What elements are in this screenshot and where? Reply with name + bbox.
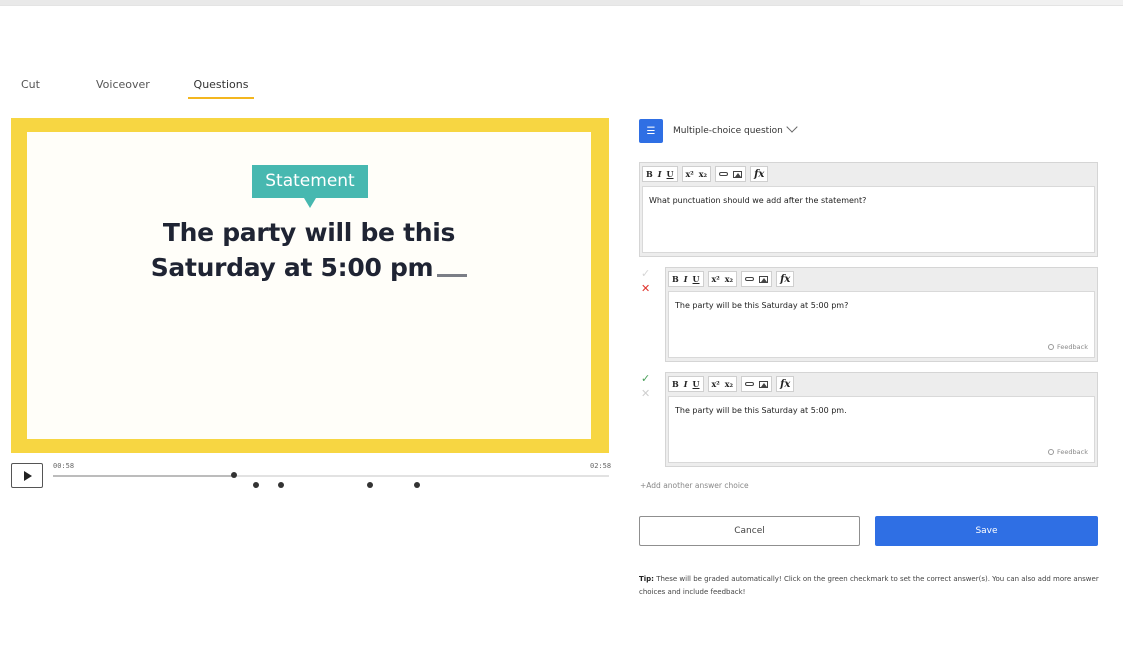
bold-button[interactable]: B <box>646 169 653 179</box>
feedback-button[interactable]: Feedback <box>1048 448 1088 456</box>
insert-group <box>741 271 773 287</box>
chevron-down-icon[interactable] <box>786 121 798 133</box>
script-group: x² x₂ <box>681 166 712 182</box>
timeline-progress <box>53 475 234 477</box>
timeline-scrubber[interactable] <box>230 472 237 478</box>
script-group: x² x₂ <box>707 271 738 287</box>
question-text: What punctuation should we add after the… <box>649 196 867 205</box>
editor-toolbar: B I U x² x₂ fx <box>668 376 795 392</box>
video-player[interactable]: Statement The party will be this Saturda… <box>11 118 609 453</box>
link-icon[interactable] <box>719 172 729 176</box>
slide-text: The party will be this Saturday at 5:00 … <box>27 215 591 285</box>
question-marker[interactable] <box>277 482 284 488</box>
bold-button[interactable]: B <box>672 379 679 389</box>
bold-button[interactable]: B <box>672 274 679 284</box>
editor-tabs: Cut Voiceover Questions <box>0 78 300 100</box>
image-icon[interactable] <box>759 380 769 388</box>
save-button[interactable]: Save <box>875 516 1098 546</box>
question-editor: B I U x² x₂ fx What punctuation should w… <box>639 162 1098 257</box>
feedback-label: Feedback <box>1057 343 1088 351</box>
question-marker[interactable] <box>252 482 259 488</box>
superscript-button[interactable]: x² <box>686 169 694 179</box>
question-marker[interactable] <box>366 482 373 488</box>
italic-button[interactable]: I <box>658 169 662 179</box>
mark-correct-icon[interactable]: ✓ <box>641 373 650 384</box>
question-input[interactable]: What punctuation should we add after the… <box>642 186 1095 253</box>
image-icon[interactable] <box>733 170 743 178</box>
answer-choice-editor: B I U x² x₂ fx The party will be this Sa… <box>665 372 1098 467</box>
format-group: B I U <box>668 376 704 392</box>
editor-toolbar: B I U x² x₂ fx <box>668 271 795 287</box>
video-slide: Statement The party will be this Saturda… <box>27 132 591 439</box>
feedback-icon <box>1048 449 1055 455</box>
underline-button[interactable]: U <box>693 274 700 284</box>
superscript-button[interactable]: x² <box>712 274 720 284</box>
slide-line-2-text: Saturday at 5:00 pm <box>150 253 434 282</box>
tab-voiceover[interactable]: Voiceover <box>96 78 150 97</box>
slide-line-2: Saturday at 5:00 pm <box>27 250 591 285</box>
tip-text: Tip: These will be graded automatically!… <box>639 573 1101 599</box>
subscript-button[interactable]: x₂ <box>699 169 707 179</box>
italic-button[interactable]: I <box>684 379 688 389</box>
underline-button[interactable]: U <box>693 379 700 389</box>
feedback-icon <box>1048 344 1055 350</box>
play-button[interactable] <box>11 463 43 488</box>
tab-cut[interactable]: Cut <box>21 78 40 97</box>
top-bar-progress <box>0 0 860 5</box>
answer-choice-editor: B I U x² x₂ fx The party will be this Sa… <box>665 267 1098 362</box>
format-group: B I U <box>642 166 678 182</box>
script-group: x² x₂ <box>707 376 738 392</box>
mark-incorrect-icon[interactable]: ✕ <box>641 283 650 294</box>
slide-line-1: The party will be this <box>162 218 456 247</box>
question-type-select[interactable]: Multiple-choice question <box>673 126 783 136</box>
answer-text: The party will be this Saturday at 5:00 … <box>675 406 847 415</box>
cancel-button[interactable]: Cancel <box>639 516 860 546</box>
image-icon[interactable] <box>759 275 769 283</box>
link-icon[interactable] <box>745 277 755 281</box>
add-answer-choice-link[interactable]: +Add another answer choice <box>640 481 749 490</box>
insert-group <box>715 166 747 182</box>
italic-button[interactable]: I <box>684 274 688 284</box>
feedback-button[interactable]: Feedback <box>1048 343 1088 351</box>
subscript-button[interactable]: x₂ <box>725 274 733 284</box>
formula-group: fx <box>776 271 795 287</box>
answer-input[interactable]: The party will be this Saturday at 5:00 … <box>668 291 1095 358</box>
format-group: B I U <box>668 271 704 287</box>
underline-button[interactable]: U <box>667 169 674 179</box>
tip-label: Tip: <box>639 575 654 583</box>
subscript-button[interactable]: x₂ <box>725 379 733 389</box>
mark-correct-icon[interactable]: ✓ <box>641 268 650 279</box>
insert-group <box>741 376 773 392</box>
statement-badge: Statement <box>252 165 368 208</box>
play-icon <box>24 470 32 481</box>
current-time: 00:58 <box>53 462 75 470</box>
total-time: 02:58 <box>590 462 612 470</box>
superscript-button[interactable]: x² <box>712 379 720 389</box>
formula-group: fx <box>750 166 769 182</box>
tab-questions[interactable]: Questions <box>188 78 254 99</box>
formula-button[interactable]: fx <box>780 274 790 285</box>
formula-button[interactable]: fx <box>754 169 764 180</box>
editor-toolbar: B I U x² x₂ fx <box>642 166 769 182</box>
top-bar <box>0 0 1123 6</box>
list-icon[interactable]: ☰ <box>639 119 663 143</box>
formula-button[interactable]: fx <box>780 379 790 390</box>
tip-body: These will be graded automatically! Clic… <box>639 575 1099 596</box>
answer-text: The party will be this Saturday at 5:00 … <box>675 301 849 310</box>
link-icon[interactable] <box>745 382 755 386</box>
formula-group: fx <box>776 376 795 392</box>
answer-input[interactable]: The party will be this Saturday at 5:00 … <box>668 396 1095 463</box>
video-timeline[interactable] <box>53 475 609 477</box>
question-marker[interactable] <box>414 482 421 488</box>
feedback-label: Feedback <box>1057 448 1088 456</box>
mark-incorrect-icon[interactable]: ✕ <box>641 388 650 399</box>
blank-line <box>437 273 468 277</box>
